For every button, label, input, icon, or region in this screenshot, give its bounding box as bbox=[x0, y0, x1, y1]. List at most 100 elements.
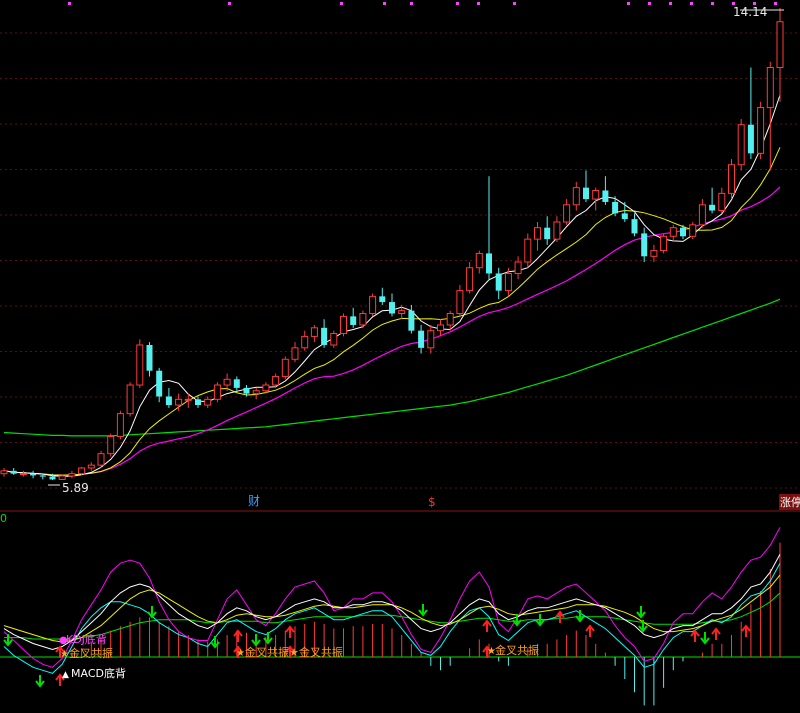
candle bbox=[689, 221, 697, 240]
candle-body bbox=[437, 324, 444, 332]
candle-body bbox=[534, 227, 541, 240]
candle-body bbox=[175, 398, 183, 406]
top-dot bbox=[774, 2, 777, 5]
candle bbox=[369, 293, 377, 317]
candle bbox=[116, 410, 124, 440]
candle-body bbox=[650, 250, 658, 257]
candle bbox=[475, 250, 483, 274]
candle-body bbox=[291, 347, 299, 360]
candle-body bbox=[641, 233, 648, 257]
up-arrow-icon bbox=[285, 625, 295, 638]
candle-body bbox=[486, 253, 492, 274]
candle-body bbox=[126, 384, 134, 415]
candle bbox=[408, 304, 415, 334]
triangle-icon: ▲ bbox=[62, 670, 69, 680]
candle bbox=[631, 213, 638, 237]
candle-body bbox=[156, 370, 163, 397]
candle-body bbox=[136, 344, 144, 386]
candle-body bbox=[572, 187, 580, 206]
candle bbox=[466, 262, 474, 294]
candle-body bbox=[165, 396, 172, 406]
candle-body bbox=[495, 273, 502, 291]
top-dot bbox=[383, 2, 386, 5]
candle-body bbox=[544, 227, 551, 240]
down-arrow-icon bbox=[418, 604, 428, 617]
candle bbox=[0, 467, 8, 477]
candle bbox=[87, 462, 95, 471]
top-dot bbox=[456, 2, 459, 5]
down-arrow-icon bbox=[147, 606, 157, 619]
candle-body bbox=[776, 21, 784, 69]
up-arrow-icon bbox=[690, 629, 700, 642]
candle-body bbox=[602, 190, 609, 202]
candle-body bbox=[427, 330, 435, 349]
signal-labels: KDJ底背 MACD底背 金叉共振 金叉共振★金叉共振 金叉共振 ★ ★ ★ ● ▲ bbox=[59, 632, 539, 680]
candle bbox=[97, 450, 105, 468]
candle bbox=[563, 199, 571, 225]
candle-body bbox=[223, 378, 231, 386]
top-dot bbox=[340, 2, 343, 5]
down-arrow-icon bbox=[263, 632, 273, 645]
up-arrow-icon bbox=[555, 610, 565, 623]
candle-body bbox=[243, 387, 250, 394]
candle bbox=[340, 313, 347, 337]
candle-body bbox=[379, 296, 386, 303]
top-dot bbox=[648, 2, 651, 5]
top-dot bbox=[513, 2, 516, 5]
candle-body bbox=[553, 221, 561, 240]
candle bbox=[10, 467, 17, 475]
candle bbox=[350, 307, 357, 328]
candle-body bbox=[514, 261, 522, 274]
indicator-top-label: 0 bbox=[0, 512, 7, 525]
candle-body bbox=[68, 473, 76, 477]
candle-body bbox=[350, 316, 357, 325]
candle bbox=[495, 267, 502, 300]
candle-body bbox=[146, 344, 153, 371]
candle bbox=[572, 181, 580, 211]
candle-body bbox=[418, 330, 425, 348]
candle-body bbox=[563, 204, 571, 223]
candle-body bbox=[698, 204, 706, 226]
down-arrow-icon bbox=[700, 632, 710, 645]
candle bbox=[747, 67, 754, 160]
candle-body bbox=[524, 238, 532, 263]
up-arrow-icon bbox=[585, 624, 595, 637]
candle bbox=[68, 470, 76, 479]
candle bbox=[583, 170, 589, 202]
candle-body bbox=[58, 475, 66, 480]
down-arrow-icon bbox=[3, 634, 13, 647]
top-dot bbox=[477, 2, 480, 5]
star-icon: ★ bbox=[60, 649, 69, 660]
golden-cross-label-2: 金叉共振★金叉共振 bbox=[245, 645, 343, 659]
up-arrow-icon bbox=[741, 624, 751, 637]
candle bbox=[602, 176, 609, 205]
candle bbox=[718, 187, 726, 214]
candle bbox=[19, 470, 27, 477]
candle bbox=[165, 387, 172, 408]
candle bbox=[612, 196, 619, 217]
candle bbox=[379, 287, 386, 305]
candle bbox=[698, 199, 706, 228]
candle-body bbox=[718, 192, 726, 212]
down-arrow-icon bbox=[636, 606, 646, 619]
candle bbox=[737, 118, 745, 171]
candle bbox=[58, 474, 66, 480]
candle bbox=[310, 324, 318, 343]
candle-body bbox=[612, 201, 619, 214]
candle-body bbox=[272, 375, 280, 386]
candle bbox=[146, 342, 153, 377]
candle-body bbox=[184, 398, 192, 401]
candle bbox=[650, 244, 658, 263]
star-icon: ★ bbox=[236, 648, 245, 659]
candle bbox=[78, 466, 86, 475]
candle bbox=[456, 284, 464, 317]
candle bbox=[437, 319, 444, 337]
candle bbox=[757, 101, 765, 160]
candle bbox=[709, 187, 716, 214]
candle-body bbox=[757, 107, 765, 154]
top-dot bbox=[690, 2, 693, 5]
candle-body bbox=[709, 204, 716, 211]
candle-body bbox=[281, 358, 289, 377]
stock-chart-svg: 14.14 5.89 财 $ 涨停 0 KDJ底背 MACD底背 金叉共振 金叉… bbox=[0, 2, 800, 706]
up-arrow-icon bbox=[711, 627, 721, 640]
